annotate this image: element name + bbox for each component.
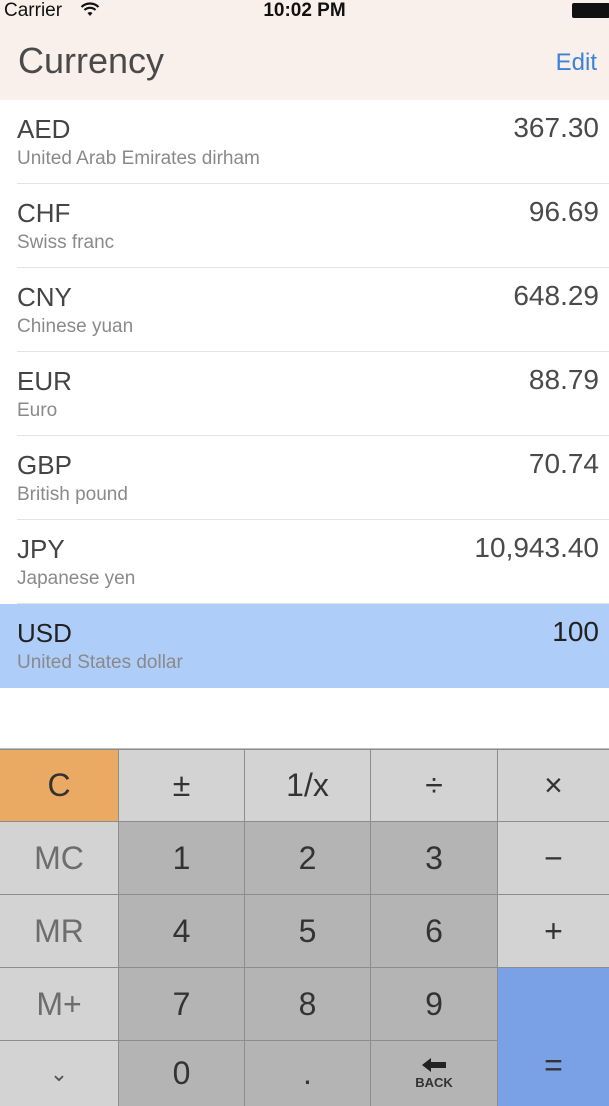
currency-row-jpy[interactable]: JPY Japanese yen 10,943.40 <box>0 520 609 604</box>
currency-name: Japanese yen <box>17 568 136 589</box>
currency-name: Swiss franc <box>17 232 115 253</box>
chevron-down-icon[interactable]: ⌄ <box>0 1041 118 1106</box>
digit-2-key[interactable]: 2 <box>245 822 370 894</box>
backspace-key[interactable]: BACK <box>371 1041 497 1106</box>
currency-code: CNY <box>17 282 72 312</box>
digit-4-key[interactable]: 4 <box>119 895 244 967</box>
digit-8-key[interactable]: 8 <box>245 968 370 1040</box>
currency-row-eur[interactable]: EUR Euro 88.79 <box>0 352 609 436</box>
digit-3-key[interactable]: 3 <box>371 822 497 894</box>
currency-amount: 70.74 <box>528 448 599 479</box>
clear-key[interactable]: C <box>0 750 118 821</box>
memory-recall-key[interactable]: MR <box>0 895 118 967</box>
currency-amount: 88.79 <box>528 364 599 395</box>
currency-amount: 96.69 <box>528 196 599 227</box>
currency-code: USD <box>17 618 72 648</box>
currency-list: AED United Arab Emirates dirham 367.30 C… <box>0 100 609 688</box>
digit-7-key[interactable]: 7 <box>119 968 244 1040</box>
currency-row-gbp[interactable]: GBP British pound 70.74 <box>0 436 609 520</box>
memory-clear-key[interactable]: MC <box>0 822 118 894</box>
currency-code: AED <box>17 114 71 144</box>
reciprocal-key[interactable]: 1/x <box>245 750 370 821</box>
memory-add-key[interactable]: M+ <box>0 968 118 1040</box>
digit-6-key[interactable]: 6 <box>371 895 497 967</box>
back-label: BACK <box>415 1075 453 1090</box>
digit-5-key[interactable]: 5 <box>245 895 370 967</box>
calculator-keypad: C ± 1/x ÷ × MC 1 2 3 − MR 4 5 6 + M+ 7 8… <box>0 748 609 1106</box>
digit-9-key[interactable]: 9 <box>371 968 497 1040</box>
currency-row-chf[interactable]: CHF Swiss franc 96.69 <box>0 184 609 268</box>
currency-amount: 100 <box>552 616 599 647</box>
status-bar: Carrier 10:02 PM <box>0 0 609 24</box>
plus-minus-key[interactable]: ± <box>119 750 244 821</box>
digit-1-key[interactable]: 1 <box>119 822 244 894</box>
currency-row-aed[interactable]: AED United Arab Emirates dirham 367.30 <box>0 100 609 184</box>
battery-icon <box>572 3 609 18</box>
currency-code: CHF <box>17 198 71 228</box>
digit-0-key[interactable]: 0 <box>119 1041 244 1106</box>
currency-name: United Arab Emirates dirham <box>17 148 260 169</box>
currency-code: GBP <box>17 450 72 480</box>
currency-code: JPY <box>17 534 65 564</box>
equals-key[interactable]: = <box>498 968 609 1106</box>
back-arrow-icon <box>420 1057 448 1075</box>
currency-row-usd-selected[interactable]: USD United States dollar 100 <box>0 604 609 688</box>
currency-row-cny[interactable]: CNY Chinese yuan 648.29 <box>0 268 609 352</box>
currency-name: Chinese yuan <box>17 316 134 337</box>
edit-button[interactable]: Edit <box>556 49 597 77</box>
currency-name: Euro <box>17 400 58 421</box>
currency-amount: 10,943.40 <box>474 532 599 563</box>
status-time: 10:02 PM <box>263 0 346 21</box>
page-title: Currency <box>18 40 165 81</box>
plus-key[interactable]: + <box>498 895 609 967</box>
divide-key[interactable]: ÷ <box>371 750 497 821</box>
currency-amount: 648.29 <box>513 280 599 311</box>
decimal-key[interactable]: . <box>245 1041 370 1106</box>
currency-name: United States dollar <box>17 652 183 673</box>
multiply-key[interactable]: × <box>498 750 609 821</box>
currency-name: British pound <box>17 484 128 505</box>
navigation-bar: Currency Edit <box>0 24 609 101</box>
minus-key[interactable]: − <box>498 822 609 894</box>
currency-code: EUR <box>17 366 72 396</box>
currency-amount: 367.30 <box>513 112 599 143</box>
